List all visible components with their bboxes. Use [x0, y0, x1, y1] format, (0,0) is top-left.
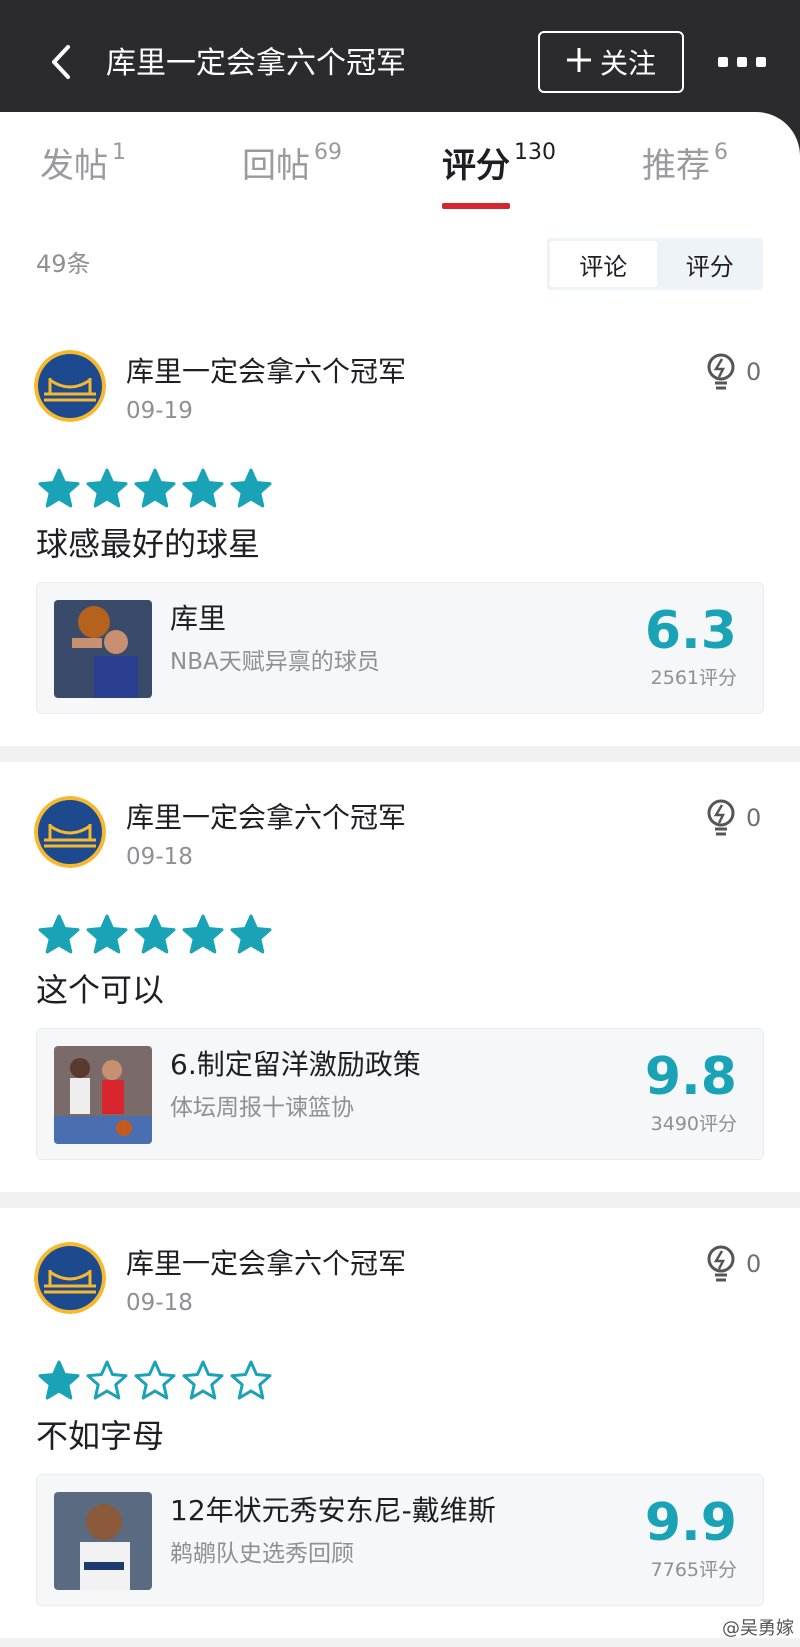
page-title: 库里一定会拿六个冠军 — [106, 46, 406, 81]
card-score: 9.9 — [644, 1493, 737, 1553]
post-date: 09-18 — [126, 844, 193, 870]
list-header: 49条 评论 评分 — [0, 236, 800, 292]
post-text: 这个可以 — [36, 971, 165, 1009]
divider — [0, 1638, 800, 1647]
like-count: 0 — [746, 804, 762, 832]
card-rating-count: 2561评分 — [650, 667, 737, 689]
star-rating — [38, 468, 278, 510]
list-item[interactable]: 库里一定会拿六个冠军 09-19 0 球感最好的球星 库里 NBA天赋异禀的球员… — [0, 350, 800, 782]
card-rating-count: 7765评分 — [650, 1559, 737, 1581]
lightbulb-icon[interactable] — [704, 352, 738, 392]
list-item[interactable]: 库里一定会拿六个冠军 09-18 0 不如字母 12年状元秀安东尼-戴维斯 鹈鹕… — [0, 1242, 800, 1647]
star-filled-icon — [38, 1360, 80, 1402]
star-empty-icon — [230, 1360, 272, 1402]
thumbnail — [54, 600, 152, 698]
active-tab-indicator — [442, 203, 510, 209]
tab-count: 6 — [714, 140, 728, 165]
thumbnail — [54, 1492, 152, 1590]
star-filled-icon — [38, 468, 80, 510]
content-panel: 发帖 1 回帖 69 评分 130 推荐 6 49条 评论 评分 库里一定会拿六个冠军 … — [0, 112, 800, 1647]
card-score: 9.8 — [644, 1047, 737, 1107]
tab-label: 发帖 — [40, 146, 108, 186]
follow-label: 关注 — [599, 47, 656, 80]
thumbnail — [54, 1046, 152, 1144]
post-text: 球感最好的球星 — [36, 525, 261, 563]
star-filled-icon — [38, 914, 80, 956]
star-rating — [38, 1360, 278, 1402]
tab-count: 130 — [514, 140, 556, 165]
star-filled-icon — [230, 914, 272, 956]
top-bar: 库里一定会拿六个冠军 关注 — [0, 0, 800, 112]
plus-icon — [566, 45, 592, 79]
tab-label: 评分 — [442, 146, 510, 186]
rated-item-card[interactable]: 12年状元秀安东尼-戴维斯 鹈鹕队史选秀回顾 9.9 7765评分 — [36, 1474, 764, 1606]
card-subtitle: 鹈鹕队史选秀回顾 — [170, 1541, 354, 1567]
post-date: 09-19 — [126, 398, 193, 424]
star-filled-icon — [182, 468, 224, 510]
star-empty-icon — [182, 1360, 224, 1402]
tab-replies[interactable]: 回帖 69 — [242, 136, 342, 196]
lightbulb-icon[interactable] — [704, 798, 738, 838]
star-filled-icon — [230, 468, 272, 510]
tab-count: 1 — [112, 140, 126, 165]
divider — [0, 1192, 800, 1208]
star-empty-icon — [134, 1360, 176, 1402]
tab-label: 回帖 — [242, 146, 310, 186]
more-options-icon[interactable] — [718, 52, 766, 72]
post-text: 不如字母 — [36, 1417, 165, 1455]
card-score: 6.3 — [644, 601, 737, 661]
star-filled-icon — [134, 914, 176, 956]
card-title: 12年状元秀安东尼-戴维斯 — [170, 1494, 496, 1527]
toggle-comment[interactable]: 评论 — [550, 241, 657, 287]
tab-recommend[interactable]: 推荐 6 — [642, 136, 728, 196]
card-subtitle: NBA天赋异禀的球员 — [170, 649, 380, 675]
star-filled-icon — [86, 914, 128, 956]
divider — [0, 746, 800, 762]
like-count: 0 — [746, 358, 762, 386]
post-date: 09-18 — [126, 1290, 193, 1316]
view-toggle: 评论 评分 — [547, 238, 763, 290]
star-filled-icon — [134, 468, 176, 510]
author-name[interactable]: 库里一定会拿六个冠军 — [126, 1244, 406, 1284]
card-subtitle: 体坛周报十谏篮协 — [170, 1095, 354, 1121]
total-count: 49条 — [36, 250, 91, 278]
rated-item-card[interactable]: 6.制定留洋激励政策 体坛周报十谏篮协 9.8 3490评分 — [36, 1028, 764, 1160]
lightbulb-icon[interactable] — [704, 1244, 738, 1284]
author-name[interactable]: 库里一定会拿六个冠军 — [126, 798, 406, 838]
avatar[interactable] — [34, 350, 106, 422]
card-title: 6.制定留洋激励政策 — [170, 1048, 421, 1081]
like-count: 0 — [746, 1250, 762, 1278]
card-title: 库里 — [170, 602, 227, 635]
tab-count: 69 — [314, 140, 342, 165]
star-empty-icon — [86, 1360, 128, 1402]
avatar[interactable] — [34, 1242, 106, 1314]
star-filled-icon — [182, 914, 224, 956]
star-filled-icon — [86, 468, 128, 510]
author-name[interactable]: 库里一定会拿六个冠军 — [126, 352, 406, 392]
tab-label: 推荐 — [642, 146, 710, 186]
card-rating-count: 3490评分 — [650, 1113, 737, 1135]
star-rating — [38, 914, 278, 956]
tab-ratings[interactable]: 评分 130 — [442, 136, 556, 196]
toggle-rating[interactable]: 评分 — [657, 238, 764, 290]
follow-button[interactable]: 关注 — [538, 31, 684, 93]
list-item[interactable]: 库里一定会拿六个冠军 09-18 0 这个可以 6.制定留洋激励政策 体坛周报十… — [0, 796, 800, 1228]
rated-item-card[interactable]: 库里 NBA天赋异禀的球员 6.3 2561评分 — [36, 582, 764, 714]
back-arrow-icon[interactable] — [46, 44, 76, 80]
tab-posts[interactable]: 发帖 1 — [40, 136, 126, 196]
watermark: @吴勇嫁 — [722, 1618, 794, 1639]
avatar[interactable] — [34, 796, 106, 868]
tab-bar: 发帖 1 回帖 69 评分 130 推荐 6 — [0, 112, 800, 222]
